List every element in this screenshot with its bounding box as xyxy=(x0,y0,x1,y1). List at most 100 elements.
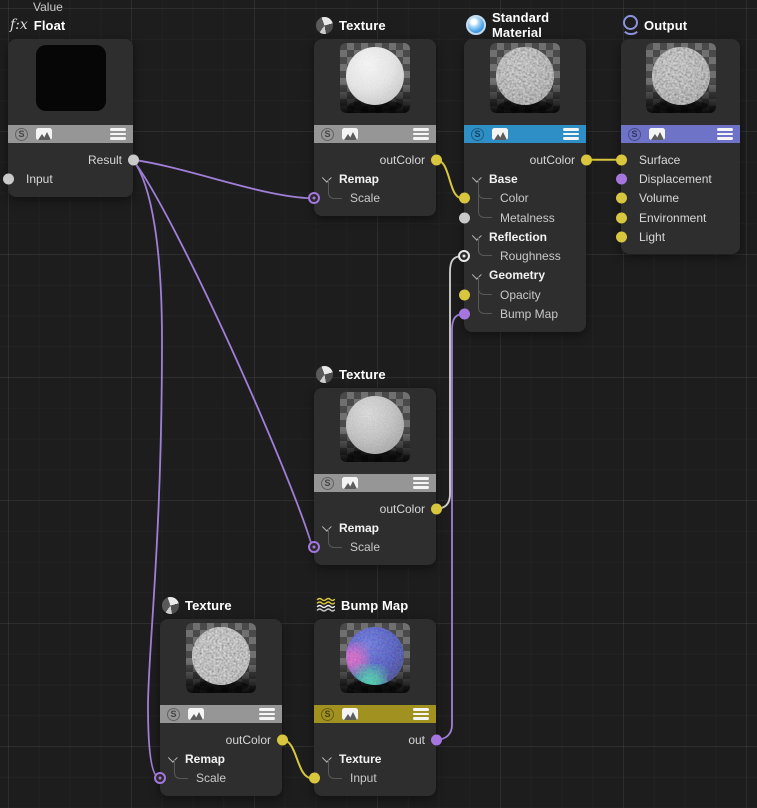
port-environment[interactable] xyxy=(616,212,627,223)
image-mode-icon[interactable] xyxy=(342,128,358,140)
menu-icon[interactable] xyxy=(413,708,429,720)
node-body[interactable]: S outColor Remap Scale xyxy=(314,39,436,216)
wire-float-result-to-texture-bottom-scale[interactable] xyxy=(133,160,162,778)
image-mode-icon[interactable] xyxy=(188,708,204,720)
port-surface[interactable] xyxy=(616,154,627,165)
node-preview-swatch xyxy=(36,43,106,113)
swatch-mode-icon[interactable]: S xyxy=(321,477,334,490)
port-row-metalness: Metalness xyxy=(464,208,586,227)
port-input[interactable] xyxy=(3,173,14,184)
port-label: Color xyxy=(500,191,529,205)
node-editor-canvas[interactable]: Value f:x Float S Result Input xyxy=(0,0,757,808)
port-opacity[interactable] xyxy=(459,289,470,300)
port-scale[interactable] xyxy=(154,772,166,784)
node-preview-swatch xyxy=(646,43,716,113)
node-standard-material[interactable]: Standard Material S outColor Base Color xyxy=(464,14,586,332)
node-texture-middle[interactable]: Texture S outColor Remap Scale xyxy=(314,363,436,565)
port-outcolor[interactable] xyxy=(581,154,592,165)
node-output[interactable]: Output S Surface Displacement Volume xyxy=(621,14,740,254)
node-body[interactable]: S Result Input xyxy=(8,39,133,197)
section-label: Geometry xyxy=(489,268,545,282)
node-body[interactable]: S outColor Base Color Metalness xyxy=(464,39,586,332)
node-title: Bump Map xyxy=(341,598,408,613)
node-float[interactable]: Value f:x Float S Result Input xyxy=(8,0,133,197)
swatch-mode-icon[interactable]: S xyxy=(167,708,180,721)
node-preview-swatch xyxy=(340,623,410,693)
port-label: Opacity xyxy=(500,288,541,302)
image-mode-icon[interactable] xyxy=(342,708,358,720)
menu-icon[interactable] xyxy=(110,128,126,140)
port-scale[interactable] xyxy=(308,541,320,553)
node-preview-swatch xyxy=(490,43,560,113)
port-texture-input[interactable] xyxy=(309,773,320,784)
port-metalness[interactable] xyxy=(459,212,470,223)
node-toolbar: S xyxy=(314,125,436,143)
image-mode-icon[interactable] xyxy=(342,477,358,489)
wire-float-result-to-texture-top-scale[interactable] xyxy=(133,160,312,199)
node-texture-top[interactable]: Texture S outColor Remap Scale xyxy=(314,14,436,216)
image-mode-icon[interactable] xyxy=(36,128,52,140)
wire-texture-bottom-outcolor-to-bumpmap-input[interactable] xyxy=(282,740,312,779)
wire-texture-top-outcolor-to-material-color[interactable] xyxy=(436,160,462,199)
output-ring-icon xyxy=(623,15,638,30)
node-preview-swatch xyxy=(340,43,410,113)
port-row-outcolor: outColor xyxy=(314,499,436,518)
menu-icon[interactable] xyxy=(259,708,275,720)
node-texture-bottom[interactable]: Texture S outColor Remap Scale xyxy=(160,594,282,796)
node-bump-map[interactable]: Bump Map S out Texture Input xyxy=(314,594,436,796)
port-row-bump-map: Bump Map xyxy=(464,304,586,323)
port-row-outcolor: outColor xyxy=(160,730,282,749)
node-title-bar[interactable]: Bump Map xyxy=(314,594,436,616)
node-title: Texture xyxy=(185,598,232,613)
node-title-bar[interactable]: Standard Material xyxy=(464,14,586,36)
port-outcolor[interactable] xyxy=(431,154,442,165)
menu-icon[interactable] xyxy=(413,128,429,140)
section-label: Texture xyxy=(339,752,381,766)
node-custom-name: Value xyxy=(8,0,133,14)
menu-icon[interactable] xyxy=(717,128,733,140)
port-label: out xyxy=(408,733,425,747)
port-volume[interactable] xyxy=(616,193,627,204)
wire-bumpmap-out-to-material-bumpmap[interactable] xyxy=(436,314,462,740)
node-title: Standard Material xyxy=(492,10,586,40)
section-label: Base xyxy=(489,172,518,186)
port-roughness[interactable] xyxy=(458,250,470,262)
menu-icon[interactable] xyxy=(413,477,429,489)
port-outcolor[interactable] xyxy=(431,503,442,514)
port-row-scale: Scale xyxy=(314,189,436,208)
wire-texture-middle-outcolor-to-material-roughness[interactable] xyxy=(436,256,461,509)
image-mode-icon[interactable] xyxy=(492,128,508,140)
section-label: Remap xyxy=(339,521,379,535)
port-out[interactable] xyxy=(431,734,442,745)
port-row-light: Light xyxy=(621,227,740,246)
port-row-outcolor: outColor xyxy=(314,150,436,169)
swatch-mode-icon[interactable]: S xyxy=(321,128,334,141)
node-title-bar[interactable]: Texture xyxy=(160,594,282,616)
swatch-mode-icon[interactable]: S xyxy=(471,128,484,141)
port-label: Volume xyxy=(639,191,679,205)
swatch-mode-icon[interactable]: S xyxy=(15,128,28,141)
swatch-mode-icon[interactable]: S xyxy=(628,128,641,141)
port-color[interactable] xyxy=(459,193,470,204)
image-mode-icon[interactable] xyxy=(649,128,665,140)
port-light[interactable] xyxy=(616,231,627,242)
node-title-bar[interactable]: Texture xyxy=(314,363,436,385)
port-result[interactable] xyxy=(128,154,139,165)
node-body[interactable]: S Surface Displacement Volume En xyxy=(621,39,740,254)
port-label: Surface xyxy=(639,153,680,167)
node-title-bar[interactable]: Output xyxy=(621,14,740,36)
swatch-mode-icon[interactable]: S xyxy=(321,708,334,721)
port-row-input: Input xyxy=(8,169,133,188)
port-label: Environment xyxy=(639,211,706,225)
port-bump-map[interactable] xyxy=(459,309,470,320)
node-body[interactable]: S outColor Remap Scale xyxy=(314,388,436,565)
port-displacement[interactable] xyxy=(616,173,627,184)
port-scale[interactable] xyxy=(308,192,320,204)
node-title-bar[interactable]: f:x Float xyxy=(8,14,133,36)
menu-icon[interactable] xyxy=(563,128,579,140)
port-outcolor[interactable] xyxy=(277,734,288,745)
node-body[interactable]: S outColor Remap Scale xyxy=(160,619,282,796)
node-title-bar[interactable]: Texture xyxy=(314,14,436,36)
port-row-result: Result xyxy=(8,150,133,169)
node-body[interactable]: S out Texture Input xyxy=(314,619,436,796)
